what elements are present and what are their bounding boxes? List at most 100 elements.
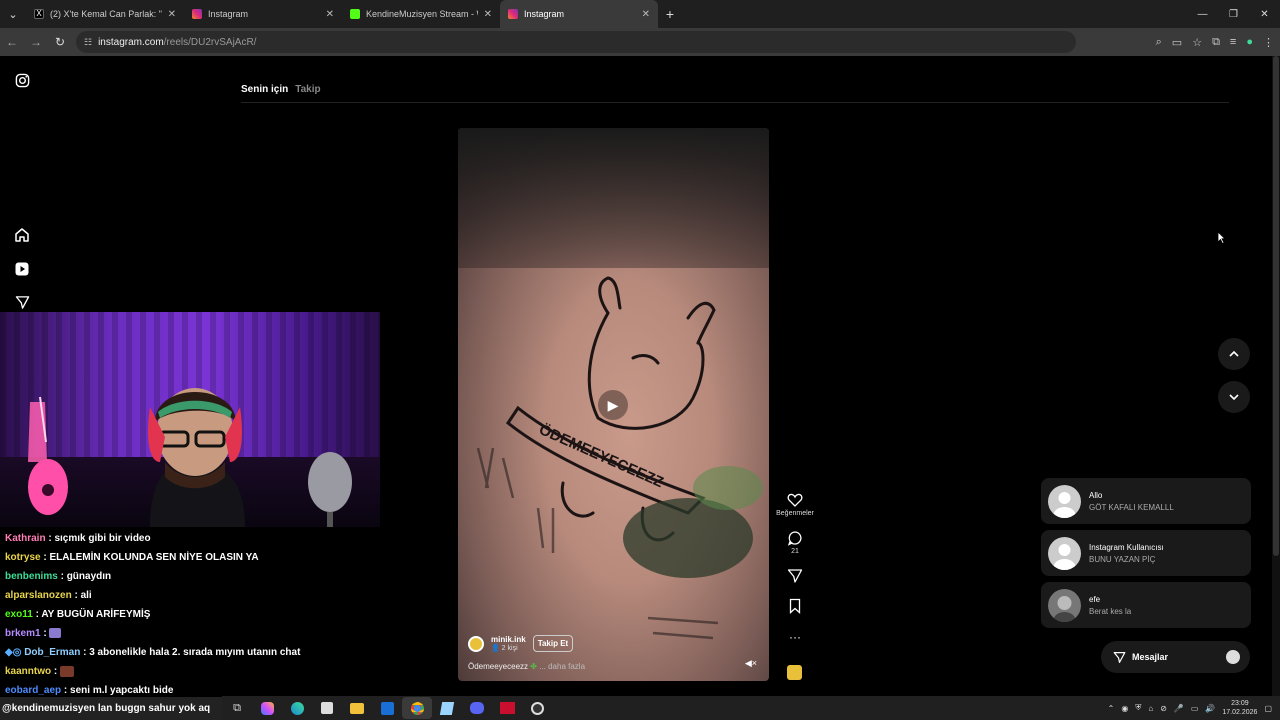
page-scrollbar[interactable] xyxy=(1272,56,1280,696)
avatar[interactable] xyxy=(468,635,484,652)
copilot-icon[interactable] xyxy=(252,697,282,719)
browser-tab-2[interactable]: Instagram ✕ xyxy=(184,0,342,28)
like-action[interactable]: Beğenmeler xyxy=(775,492,815,517)
notification-icon[interactable]: ▢ xyxy=(1264,704,1272,713)
cast-icon[interactable]: ▭ xyxy=(1172,36,1182,49)
store-icon[interactable] xyxy=(312,697,342,719)
back-icon[interactable]: ← xyxy=(0,35,24,49)
reel-author: minik.ink 👤 2 kişi Takip Et xyxy=(468,635,574,652)
close-tab-icon[interactable]: ✕ xyxy=(484,9,492,20)
feed-tabs: Senin için Takip xyxy=(241,84,321,95)
mouse-cursor-icon xyxy=(1217,231,1226,244)
message-thread[interactable]: efe Berat kes la xyxy=(1041,582,1251,628)
chevron-up-icon[interactable]: ⌃ xyxy=(1108,704,1115,713)
comment-action[interactable]: 21 xyxy=(775,530,815,555)
discord-icon[interactable] xyxy=(462,697,492,719)
play-icon[interactable]: ▶ xyxy=(598,390,628,420)
stream-chat: Kathrain : sıçmık gibi bir video kotryse… xyxy=(0,527,380,696)
message-thread[interactable]: Allo GÖT KAFALI KEMALLL xyxy=(1041,478,1251,524)
mute-icon[interactable]: ◀× xyxy=(745,658,757,669)
wifi-off-icon[interactable]: ⊘ xyxy=(1160,704,1167,713)
share-action[interactable] xyxy=(775,568,815,586)
clover-emoji-icon: ✤ xyxy=(530,662,540,671)
previous-reel-button[interactable] xyxy=(1218,338,1250,370)
browser-tab-4[interactable]: Instagram ✕ xyxy=(500,0,658,28)
chat-user: kotryse xyxy=(5,552,41,563)
home-icon[interactable] xyxy=(12,225,32,245)
notepad-icon[interactable] xyxy=(432,697,462,719)
more-options-icon[interactable]: ··· xyxy=(775,630,815,644)
instagram-logo-icon[interactable] xyxy=(12,70,32,90)
url-host: instagram.com xyxy=(98,36,164,48)
send-icon[interactable] xyxy=(12,292,32,312)
avatar xyxy=(1048,536,1081,570)
close-tab-icon[interactable]: ✕ xyxy=(168,9,176,20)
extensions-icon[interactable]: ⧉ xyxy=(1212,36,1220,49)
clock[interactable]: 23:09 17.02.2026 xyxy=(1222,699,1257,717)
instagram-favicon-icon xyxy=(192,9,202,19)
reload-icon[interactable]: ↻ xyxy=(48,35,72,49)
task-view-icon[interactable]: ⧉ xyxy=(222,697,252,719)
reels-icon[interactable] xyxy=(12,259,32,279)
browser-tab-3[interactable]: KendineMuzisyen Stream - Wat ✕ xyxy=(342,0,500,28)
scrollbar-thumb[interactable] xyxy=(1273,56,1279,556)
microphone-icon[interactable]: 🎤 xyxy=(1174,704,1184,713)
minimize-icon[interactable]: — xyxy=(1187,0,1218,28)
obs-icon[interactable] xyxy=(522,697,552,719)
close-tab-icon[interactable]: ✕ xyxy=(326,9,334,20)
next-reel-button[interactable] xyxy=(1218,381,1250,413)
tab-following[interactable]: Takip xyxy=(295,84,320,95)
zoom-icon[interactable]: ⌕ xyxy=(1156,36,1162,49)
edge-icon[interactable] xyxy=(282,697,312,719)
chat-user: kaanntwo xyxy=(5,666,52,678)
browser-tab-strip: ⌄ X (2) X'te Kemal Can Parlak: "ya k ✕ I… xyxy=(0,0,1280,28)
message-preview: Berat kes la xyxy=(1089,606,1132,616)
chat-message: exo11 : AY BUGÜN ARİFEYMİŞ xyxy=(5,609,151,620)
save-action[interactable] xyxy=(775,598,815,616)
restore-icon[interactable]: ❐ xyxy=(1218,0,1249,28)
tab-for-you[interactable]: Senin için xyxy=(241,84,288,95)
instagram-favicon-icon xyxy=(508,9,518,19)
media-icon[interactable]: ≡ xyxy=(1230,36,1236,48)
chrome-icon[interactable] xyxy=(402,697,432,719)
reel-video[interactable]: ÖDEMEEYECEEZZ ▶ minik.ink 👤 2 kişi Takip… xyxy=(458,128,769,681)
speaker-icon[interactable]: 🔊 xyxy=(1205,704,1215,713)
clock-time: 23:09 xyxy=(1231,700,1249,707)
system-tray: ⌃ ◉ ⛨ ⌂ ⊘ 🎤 ▭ 🔊 23:09 17.02.2026 ▢ xyxy=(1108,696,1272,720)
share-icon[interactable] xyxy=(787,568,803,584)
browser-tab-1[interactable]: X (2) X'te Kemal Can Parlak: "ya k ✕ xyxy=(26,0,184,28)
chat-message: kaanntwo : xyxy=(5,666,75,678)
comment-icon[interactable] xyxy=(787,530,803,546)
caption-more-link[interactable]: ... daha fazla xyxy=(539,662,585,671)
steam-icon[interactable]: ◉ xyxy=(1121,704,1128,713)
menu-icon[interactable]: ⋮ xyxy=(1263,36,1274,49)
outlook-icon[interactable] xyxy=(372,697,402,719)
bookmark-star-icon[interactable]: ☆ xyxy=(1192,36,1202,49)
chat-message: alparslanozen : ali xyxy=(5,590,92,601)
message-thread[interactable]: Instagram Kullanıcısı BUNU YAZAN PİÇ xyxy=(1041,530,1251,576)
heart-icon[interactable] xyxy=(787,492,803,508)
new-tab-button[interactable]: + xyxy=(658,6,682,22)
close-tab-icon[interactable]: ✕ xyxy=(642,9,650,20)
messages-button[interactable]: Mesajlar xyxy=(1101,641,1250,673)
streaming-app-icon[interactable] xyxy=(492,697,522,719)
tab-search-button[interactable]: ⌄ xyxy=(0,0,26,28)
windows-taskbar: ⧉ ⌃ ◉ ⛨ ⌂ ⊘ 🎤 ▭ 🔊 23:09 17.02.2026 ▢ xyxy=(222,696,1280,720)
tab-title: KendineMuzisyen Stream - Wat xyxy=(366,9,478,19)
url-bar[interactable]: ☷ instagram.com/reels/DU2rvSAjAcR/ xyxy=(76,31,1076,53)
profile-icon[interactable]: ● xyxy=(1246,36,1253,48)
close-window-icon[interactable]: ✕ xyxy=(1249,0,1280,28)
site-info-icon[interactable]: ☷ xyxy=(84,37,92,48)
browser-tools: ⌕ ▭ ☆ ⧉ ≡ ● ⋮ xyxy=(1156,28,1274,56)
shield-icon[interactable]: ⛨ xyxy=(1135,703,1141,713)
network-icon[interactable]: ⌂ xyxy=(1148,704,1153,713)
bookmark-icon[interactable] xyxy=(787,598,803,614)
battery-icon[interactable]: ▭ xyxy=(1191,704,1199,713)
reel-username[interactable]: minik.ink xyxy=(491,635,526,644)
follow-button[interactable]: Takip Et xyxy=(532,635,574,652)
audio-thumbnail[interactable] xyxy=(787,665,802,680)
chat-message: kotryse : ELALEMİN KOLUNDA SEN NİYE OLAS… xyxy=(5,552,259,563)
emote-icon xyxy=(49,628,62,639)
file-explorer-icon[interactable] xyxy=(342,697,372,719)
forward-icon[interactable]: → xyxy=(24,35,48,49)
